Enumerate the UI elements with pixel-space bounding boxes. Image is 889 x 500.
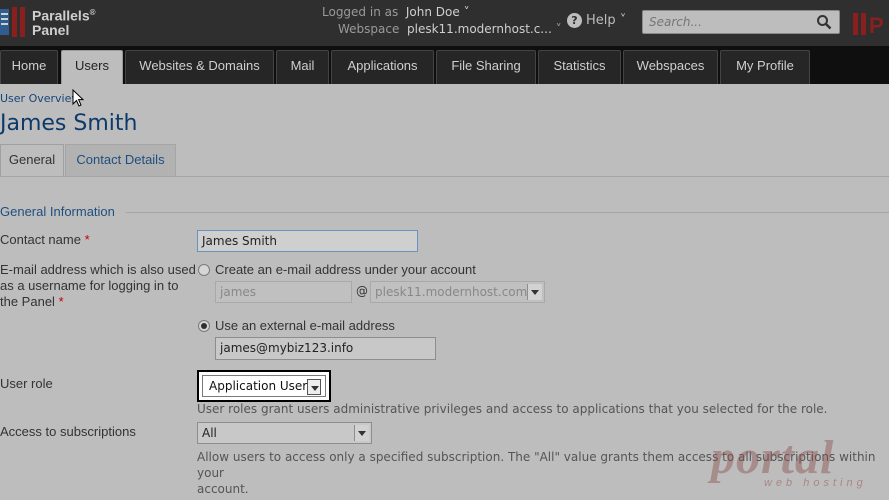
tab-my-profile[interactable]: My Profile: [720, 50, 810, 84]
divider: [126, 212, 889, 213]
brand-logo-icon: P: [853, 9, 889, 39]
section-title: General Information: [0, 204, 115, 219]
main-content: User Overview James Smith General Contac…: [0, 84, 889, 500]
create-email-domain-select[interactable]: plesk11.modernhost.com: [370, 281, 545, 303]
divider: [0, 176, 889, 177]
chevron-down-icon: [307, 379, 321, 395]
watermark-subtitle: web hosting: [764, 477, 867, 489]
help-menu[interactable]: ? Help ˅: [567, 13, 626, 28]
at-sign: @: [356, 284, 368, 298]
radio-create-email-label[interactable]: Create an e-mail address under your acco…: [215, 262, 476, 277]
radio-external-email[interactable]: [198, 320, 210, 332]
user-role-select[interactable]: Application User: [202, 375, 326, 397]
user-menu[interactable]: John Doe ˅: [406, 5, 470, 19]
chevron-down-icon: ˅: [619, 13, 627, 28]
create-email-local-field[interactable]: james: [215, 281, 352, 303]
tab-contact-details[interactable]: Contact Details: [65, 144, 176, 176]
subscriptions-label: Access to subscriptions: [0, 424, 136, 439]
tab-webspaces[interactable]: Webspaces: [623, 50, 718, 84]
tab-home[interactable]: Home: [0, 50, 58, 84]
mouse-cursor-icon: [72, 89, 84, 107]
help-icon: ?: [567, 13, 582, 28]
user-role-hint: User roles grant users administrative pr…: [197, 402, 828, 416]
logo-text: Parallels® Panel: [32, 7, 96, 38]
tab-users[interactable]: Users: [61, 50, 123, 85]
page-title: James Smith: [0, 111, 138, 136]
tab-mail[interactable]: Mail: [276, 50, 329, 84]
svg-text:P: P: [869, 13, 884, 38]
search-box: [642, 10, 840, 34]
tab-applications[interactable]: Applications: [331, 50, 434, 84]
chevron-down-icon: ˅: [555, 22, 562, 36]
tab-general[interactable]: General: [0, 144, 64, 176]
logged-in-info: Logged in as John Doe ˅: [322, 5, 470, 19]
user-role-highlight: Application User: [197, 370, 331, 402]
email-label: E-mail address which is also used as a u…: [0, 262, 196, 309]
subscriptions-select[interactable]: All: [197, 422, 372, 444]
search-input[interactable]: [643, 11, 817, 33]
external-email-field[interactable]: james@mybiz123.info: [215, 337, 436, 360]
radio-external-email-label[interactable]: Use an external e-mail address: [215, 318, 395, 333]
tab-websites-domains[interactable]: Websites & Domains: [125, 50, 274, 84]
contact-name-field[interactable]: James Smith: [197, 230, 418, 252]
top-header: Parallels® Panel Logged in as John Doe ˅…: [0, 0, 889, 46]
contact-name-label: Contact name *: [0, 232, 90, 247]
main-nav-tabs: Home Users Websites & Domains Mail Appli…: [0, 46, 889, 85]
webspace-selector[interactable]: Webspace plesk11.modernhost.c... ˅: [338, 22, 562, 36]
chevron-down-icon: [527, 284, 542, 300]
chevron-down-icon: [354, 425, 369, 441]
breadcrumb-user-overview[interactable]: User Overview: [0, 92, 80, 105]
tab-file-sharing[interactable]: File Sharing: [436, 50, 536, 84]
search-icon[interactable]: [816, 14, 832, 30]
radio-create-email[interactable]: [198, 264, 210, 276]
user-role-label: User role: [0, 376, 53, 391]
parallels-logo-icon: [0, 7, 26, 37]
tab-statistics[interactable]: Statistics: [538, 50, 621, 84]
